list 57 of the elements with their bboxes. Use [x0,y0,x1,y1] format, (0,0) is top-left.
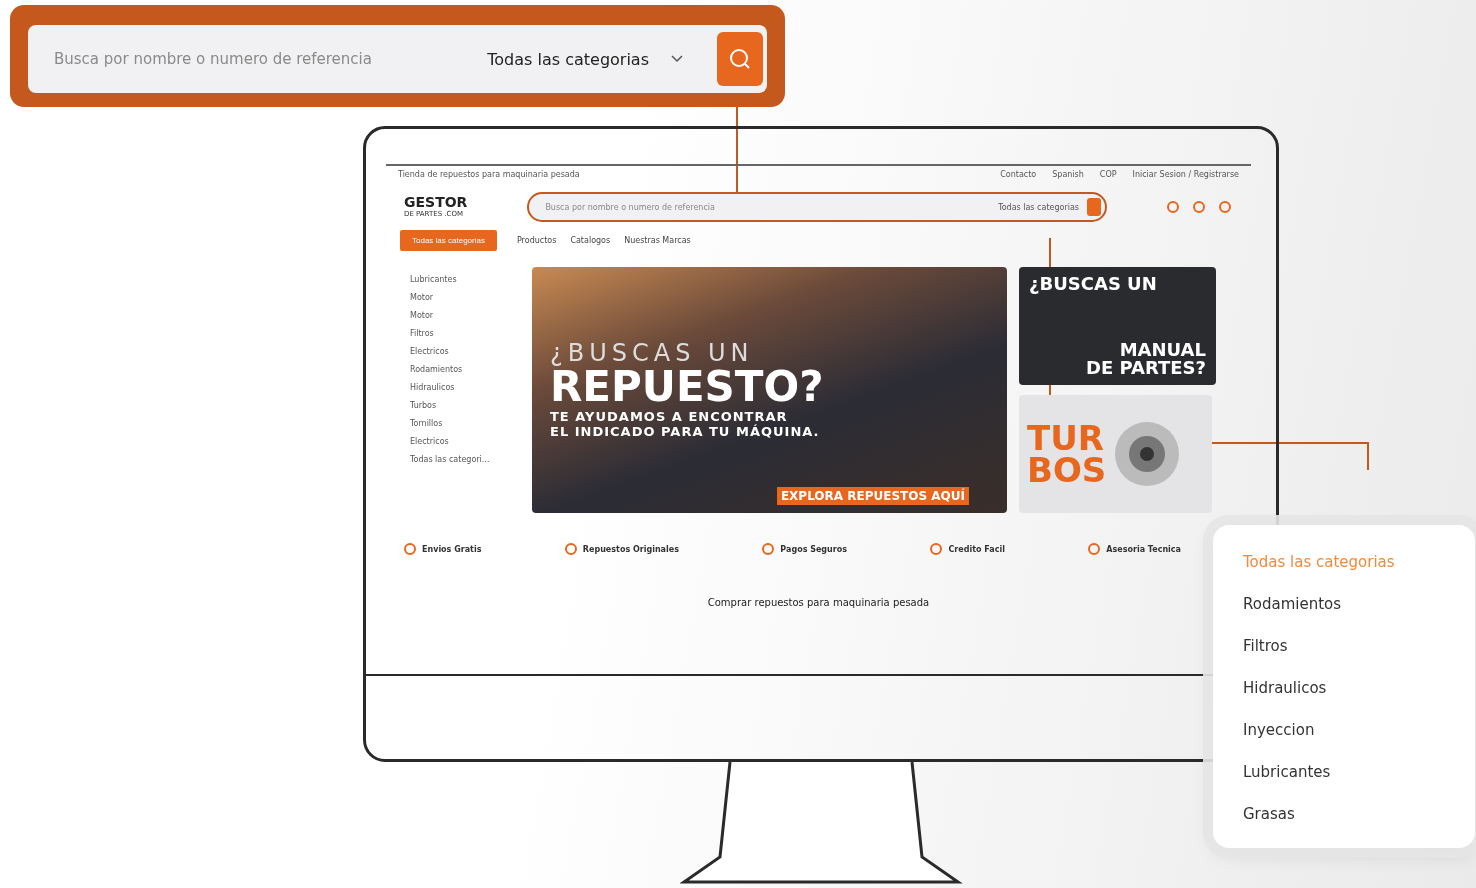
nav-link[interactable]: Productos [516,236,557,245]
banner-text: EL INDICADO PARA TU MÁQUINA. [550,424,821,440]
feature-title: Repuestos Originales [582,544,679,554]
dropdown-item[interactable]: Lubricantes [1243,763,1445,781]
feature-title: Envios Gratis [422,544,482,554]
dropdown-item[interactable]: Grasas [1243,805,1445,823]
banner-text: DE PARTES? [1085,359,1206,377]
circle-icon [564,543,577,555]
circle-icon [1167,201,1179,213]
topbar-link[interactable]: COP [1099,169,1117,179]
banner-text: ¿BUSCAS UN [1029,275,1158,293]
banner-text: ¿BUSCAS UN [550,340,755,365]
circle-icon [762,543,775,555]
feature-title: Credito Facil [948,544,1005,554]
sidebar-item[interactable]: Lubricantes [400,275,520,284]
dropdown-item[interactable]: Rodamientos [1243,595,1445,613]
search-icon [728,47,752,71]
topbar-link[interactable]: Iniciar Sesion / Registrarse [1132,169,1239,179]
search-button[interactable] [717,32,763,86]
sidebar-item[interactable]: Electricos [400,437,520,446]
dropdown-item[interactable]: Hidraulicos [1243,679,1445,697]
banner-text: MANUAL [1118,341,1206,359]
circle-icon [404,543,416,555]
circle-icon [1088,543,1101,555]
banner-text: TE AYUDAMOS A ENCONTRAR [550,409,788,425]
hero-banner[interactable]: ¿BUSCAS UN REPUESTO? TE AYUDAMOS A ENCONTRAR EL INDICADO PARA TU MÁQUINA. EXPLORA REPUESTOS AQUÍ [532,267,1007,513]
topbar-link[interactable]: Spanish [1052,169,1084,179]
sidebar-item[interactable]: Electricos [400,347,520,356]
dropdown-item[interactable]: Inyeccion [1243,721,1445,739]
banner-text: TUR [1027,421,1105,454]
chevron-icon [671,55,683,63]
topbar-link[interactable]: Contacto [1000,169,1037,179]
nav-link[interactable]: Nuestras Marcas [624,236,691,245]
tagline: Tienda de repuestos para maquinaria pesada [398,169,580,179]
circle-icon [1219,201,1231,213]
category-select[interactable]: Todas las categorias [487,49,703,69]
sidebar-item[interactable]: Filtros [400,329,520,338]
sidebar-item[interactable]: Todas las categori... [400,455,520,464]
sidebar-item[interactable]: Turbos [400,401,520,410]
sidebar-item[interactable]: Hidraulicos [400,383,520,392]
circle-icon [930,543,943,555]
promo-banner[interactable]: ¿BUSCAS UN MANUAL DE PARTES? [1019,267,1216,385]
feature-title: Pagos Seguros [780,544,847,554]
search-field[interactable]: Busca por nombre o numero de referencia Todas las categorias [28,25,767,93]
nav-link[interactable]: Catalogos [570,236,611,245]
sidebar-item[interactable]: Rodamientos [400,365,520,374]
section-title: Comprar repuestos para maquinaria pesada [707,597,930,608]
circle-icon [1193,201,1205,213]
sidebar-item[interactable]: Motor [400,293,520,302]
search-field[interactable]: Busca por nombre o numero de referencia Todas las categorias [527,192,1107,222]
category-select[interactable]: Todas las categorias [998,202,1079,212]
dropdown-item[interactable]: Filtros [1243,637,1445,655]
logo-text: GESTOR [404,195,468,211]
feature-title: Asesoria Tecnica [1106,544,1181,554]
sidebar-item[interactable]: Tornillos [400,419,520,428]
banner-text: BOS [1027,454,1107,487]
sidebar-item[interactable]: Motor [400,311,520,320]
